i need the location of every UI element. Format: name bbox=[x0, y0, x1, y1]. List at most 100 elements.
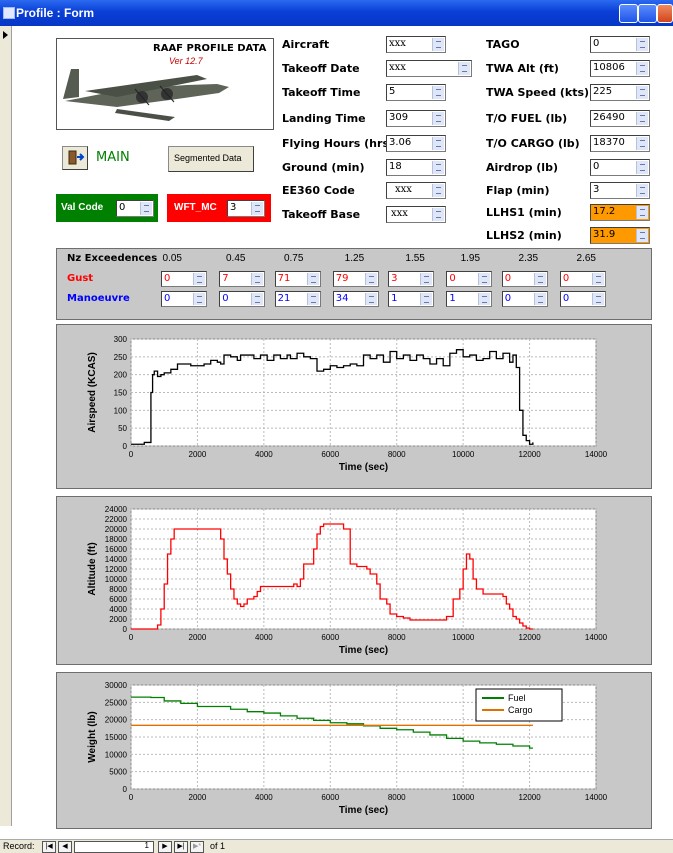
spinner-icon[interactable] bbox=[432, 86, 444, 99]
spinner-icon[interactable] bbox=[193, 293, 206, 305]
spinner-icon[interactable] bbox=[306, 273, 319, 285]
spinner-icon[interactable] bbox=[636, 229, 648, 242]
twa-alt-label: TWA Alt (ft) bbox=[486, 62, 559, 75]
gust-count-field[interactable]: 0 bbox=[501, 271, 548, 287]
new-record-icon[interactable]: ▶* bbox=[190, 841, 204, 853]
previous-record-icon[interactable]: ◀ bbox=[58, 841, 72, 853]
manoeuvre-count-field[interactable]: 1 bbox=[446, 291, 493, 307]
llhs1-field[interactable]: 17.2 bbox=[590, 204, 650, 221]
llhs1-label: LLHS1 (min) bbox=[486, 206, 562, 219]
weight-chart: 0 5000 10000 15000 20000 25000 30000 0 2000 4000 6… bbox=[87, 681, 608, 816]
spinner-icon[interactable] bbox=[432, 161, 444, 174]
spinner-icon[interactable] bbox=[636, 38, 648, 51]
main-button[interactable] bbox=[62, 146, 88, 170]
first-record-icon[interactable]: |◀ bbox=[42, 841, 56, 853]
manoeuvre-count-field[interactable]: 1 bbox=[388, 291, 435, 307]
llhs2-field[interactable]: 31.9 bbox=[590, 227, 650, 244]
wft-mc-field[interactable]: 3 bbox=[227, 200, 265, 217]
x-tick-label: 8000 bbox=[388, 450, 406, 459]
spinner-icon[interactable] bbox=[364, 293, 377, 305]
gust-count-field[interactable]: 0 bbox=[161, 271, 208, 287]
ground-field[interactable]: 18 bbox=[386, 159, 446, 176]
spinner-icon[interactable] bbox=[432, 184, 444, 197]
to-cargo-field[interactable]: 18370 bbox=[590, 135, 650, 152]
manoeuvre-count-field[interactable]: 0 bbox=[501, 291, 548, 307]
manoeuvre-count-field[interactable]: 0 bbox=[559, 291, 606, 307]
spinner-icon[interactable] bbox=[636, 112, 648, 125]
x-tick-label: 10000 bbox=[452, 793, 475, 802]
legend-label: Fuel bbox=[508, 693, 526, 703]
record-selector[interactable] bbox=[0, 26, 12, 826]
spinner-icon[interactable] bbox=[420, 293, 433, 305]
spinner-icon[interactable] bbox=[251, 202, 263, 215]
x-tick-label: 10000 bbox=[452, 450, 475, 459]
gust-count-field[interactable]: 0 bbox=[559, 271, 606, 287]
spinner-icon[interactable] bbox=[636, 161, 648, 174]
ee360-code-field[interactable]: xxx bbox=[386, 182, 446, 199]
spinner-icon[interactable] bbox=[251, 293, 264, 305]
close-button[interactable] bbox=[657, 4, 673, 23]
to-fuel-field[interactable]: 26490 bbox=[590, 110, 650, 127]
spinner-icon[interactable] bbox=[478, 293, 491, 305]
val-code-field[interactable]: 0 bbox=[116, 200, 154, 217]
nz-level-label: 1.95 bbox=[460, 253, 481, 264]
twa-speed-field[interactable]: 225 bbox=[590, 84, 650, 101]
segmented-data-button[interactable]: Segmented Data bbox=[168, 146, 254, 172]
takeoff-time-field[interactable]: 5 bbox=[386, 84, 446, 101]
gust-label: Gust bbox=[67, 273, 94, 284]
spinner-icon[interactable] bbox=[636, 184, 648, 197]
spinner-icon[interactable] bbox=[193, 273, 206, 285]
manoeuvre-count-field[interactable]: 0 bbox=[161, 291, 208, 307]
manoeuvre-count-field[interactable]: 21 bbox=[274, 291, 321, 307]
record-navigation-bar: Record: |◀ ◀ 1 ▶ ▶| ▶* of 1 bbox=[0, 839, 673, 853]
x-tick-label: 4000 bbox=[255, 450, 273, 459]
spinner-icon[interactable] bbox=[636, 206, 648, 219]
record-number-field[interactable]: 1 bbox=[74, 841, 154, 853]
spinner-icon[interactable] bbox=[636, 86, 648, 99]
spinner-icon[interactable] bbox=[432, 137, 444, 150]
gust-count-field[interactable]: 3 bbox=[388, 271, 435, 287]
gust-count-field[interactable]: 0 bbox=[446, 271, 493, 287]
spinner-icon[interactable] bbox=[140, 202, 152, 215]
x-tick-label: 0 bbox=[129, 793, 134, 802]
spinner-icon[interactable] bbox=[533, 273, 546, 285]
aircraft-field[interactable]: xxx bbox=[386, 36, 446, 53]
spinner-icon[interactable] bbox=[306, 293, 319, 305]
spinner-icon[interactable] bbox=[432, 38, 444, 51]
twa-alt-field[interactable]: 10806 bbox=[590, 60, 650, 77]
spinner-icon[interactable] bbox=[420, 273, 433, 285]
spinner-icon[interactable] bbox=[591, 273, 604, 285]
spinner-icon[interactable] bbox=[251, 273, 264, 285]
spinner-icon[interactable] bbox=[591, 293, 604, 305]
landing-time-field[interactable]: 309 bbox=[386, 110, 446, 127]
x-tick-label: 14000 bbox=[585, 450, 608, 459]
y-tick-label: 4000 bbox=[109, 605, 127, 614]
gust-count-field[interactable]: 71 bbox=[274, 271, 321, 287]
gust-count-field[interactable]: 79 bbox=[332, 271, 379, 287]
gust-count-field[interactable]: 7 bbox=[219, 271, 266, 287]
flap-field[interactable]: 3 bbox=[590, 182, 650, 199]
spinner-icon[interactable] bbox=[432, 208, 444, 221]
takeoff-base-field[interactable]: xxx bbox=[386, 206, 446, 223]
spinner-icon[interactable] bbox=[364, 273, 377, 285]
airdrop-field[interactable]: 0 bbox=[590, 159, 650, 176]
spinner-icon[interactable] bbox=[478, 273, 491, 285]
spinner-icon[interactable] bbox=[636, 62, 648, 75]
flying-hours-field[interactable]: 3.06 bbox=[386, 135, 446, 152]
takeoff-date-field[interactable]: xxx bbox=[386, 60, 472, 77]
y-tick-label: 100 bbox=[114, 406, 128, 415]
y-tick-label: 0 bbox=[123, 625, 128, 634]
spinner-icon[interactable] bbox=[636, 137, 648, 150]
spinner-icon[interactable] bbox=[432, 112, 444, 125]
spinner-icon[interactable] bbox=[533, 293, 546, 305]
tago-field[interactable]: 0 bbox=[590, 36, 650, 53]
manoeuvre-count-field[interactable]: 34 bbox=[332, 291, 379, 307]
spinner-icon[interactable] bbox=[458, 62, 470, 75]
next-record-icon[interactable]: ▶ bbox=[158, 841, 172, 853]
last-record-icon[interactable]: ▶| bbox=[174, 841, 188, 853]
profile-title: RAAF PROFILE DATA bbox=[153, 43, 267, 54]
minimize-button[interactable] bbox=[619, 4, 638, 23]
manoeuvre-count-field[interactable]: 0 bbox=[219, 291, 266, 307]
maximize-button[interactable] bbox=[638, 4, 657, 23]
airdrop-label: Airdrop (lb) bbox=[486, 161, 558, 174]
